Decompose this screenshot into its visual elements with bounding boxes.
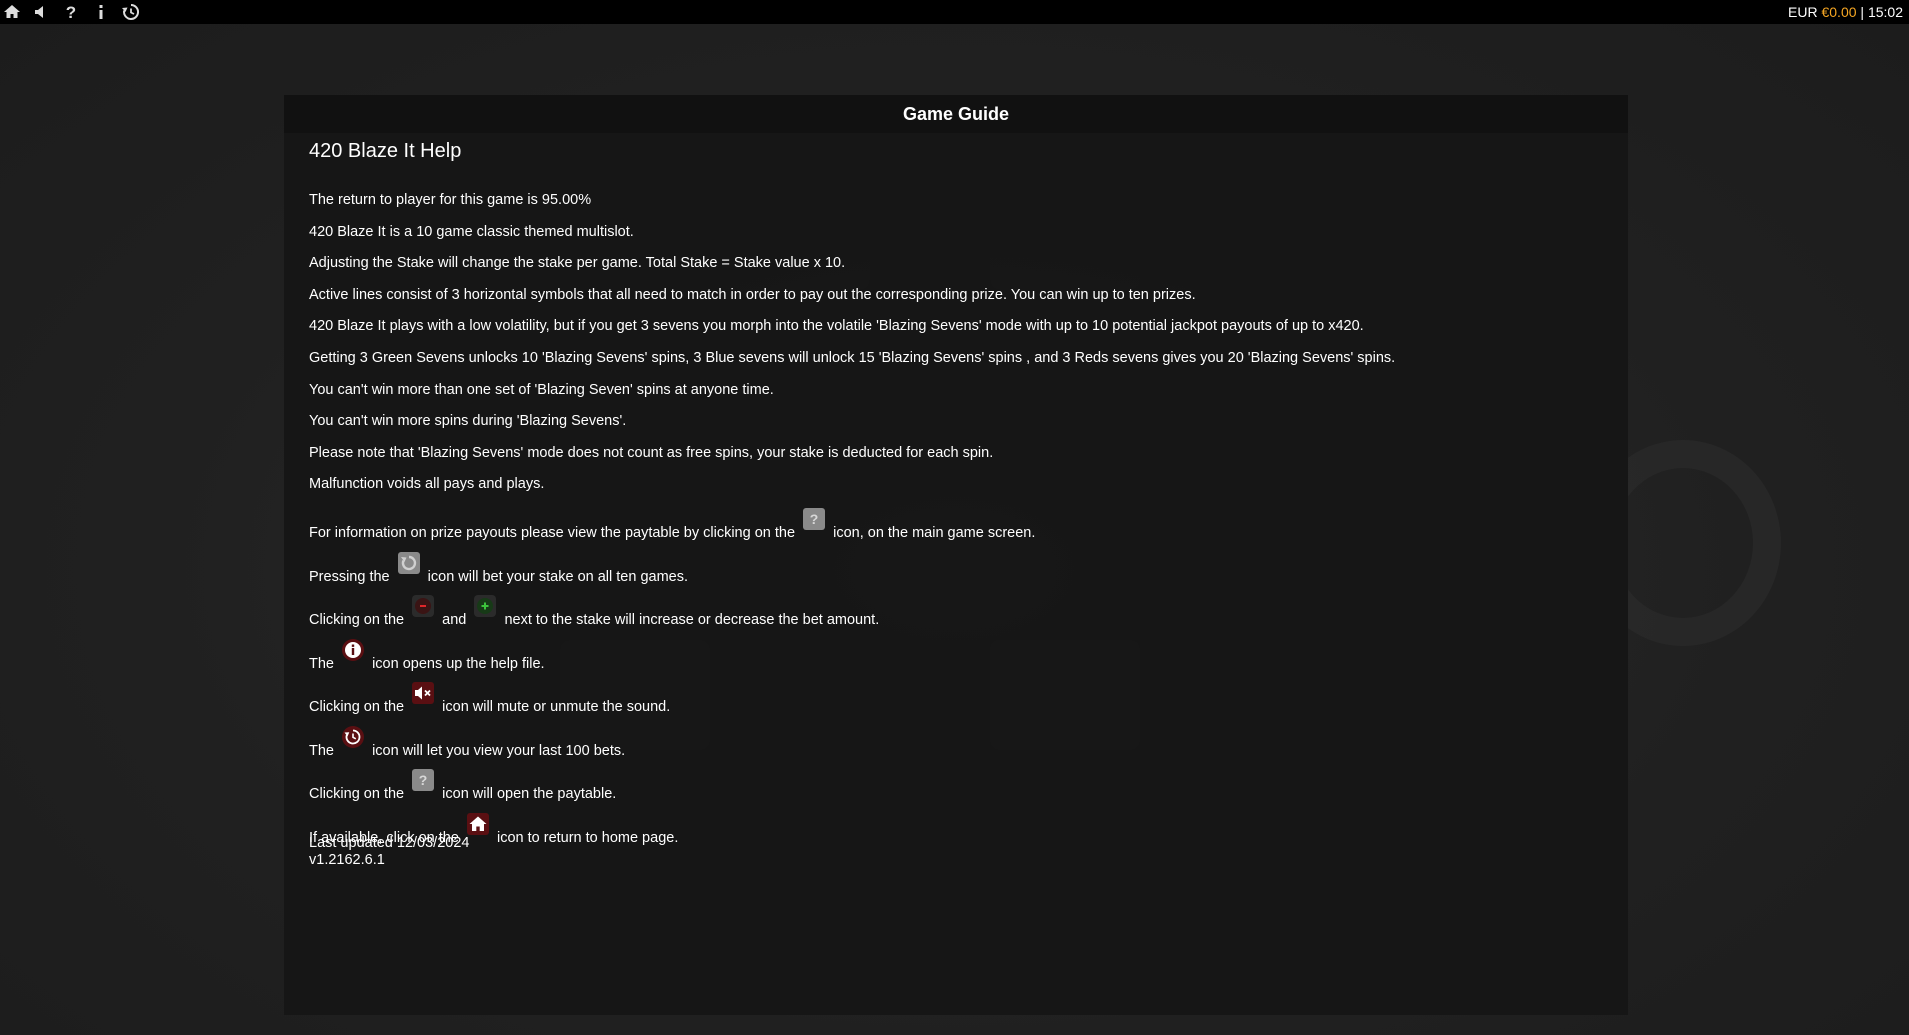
help-icon-line-mute: Clicking on the icon will mute or unmute… (309, 667, 1609, 715)
balance-value: €0.00 (1821, 4, 1857, 20)
minus-icon (411, 594, 435, 618)
help-icon-line-history: The icon will let you view your last 100… (309, 711, 1609, 759)
help-content: 420 Blaze It Help The return to player f… (309, 137, 1609, 869)
help-paragraph: 420 Blaze It is a 10 game classic themed… (309, 223, 634, 240)
help-paragraph: You can't win more spins during 'Blazing… (309, 413, 627, 430)
clock: 15:02 (1867, 4, 1903, 20)
spin-icon (397, 551, 421, 575)
home-icon (466, 812, 490, 836)
balance-status: EUR €0.00 | 15:02 (1788, 3, 1903, 21)
help-paragraph: Active lines consist of 3 horizontal sym… (309, 286, 1196, 303)
help-icon-line-paytable: For information on prize payouts please … (309, 493, 1609, 541)
history-icon[interactable] (121, 2, 141, 22)
home-icon[interactable] (2, 2, 22, 22)
svg-text:?: ? (66, 3, 76, 22)
history-icon (341, 725, 365, 749)
help-title: 420 Blaze It Help (309, 140, 462, 162)
status-separator: | (1860, 4, 1865, 20)
speaker-icon[interactable] (31, 2, 51, 22)
help-paragraph: The return to player for this game is 95… (309, 192, 592, 208)
svg-text:?: ? (419, 772, 428, 788)
top-bar: ? EUR €0.00 | 15:02 (0, 0, 1909, 24)
help-paragraph: Please note that 'Blazing Sevens' mode d… (309, 444, 994, 461)
currency-label: EUR (1788, 4, 1818, 20)
help-line-text: icon to return to home page. (496, 829, 679, 846)
game-background: ? EUR €0.00 | 15:02 Game Guide 420 Blaze… (0, 0, 1909, 1035)
help-paragraph: Getting 3 Green Sevens unlocks 10 'Blazi… (309, 349, 1396, 366)
help-paragraph: Malfunction voids all pays and plays. (309, 476, 545, 493)
help-paragraph: You can't win more than one set of 'Blaz… (309, 381, 774, 398)
help-paragraph: Adjusting the Stake will change the stak… (309, 255, 846, 272)
mute-icon (411, 681, 435, 705)
paytable-icon: ? (411, 768, 435, 792)
help-icon-line-home: If available, click on the icon to retur… (309, 798, 1609, 846)
help-icon[interactable]: ? (61, 2, 81, 22)
help-line-text: If available, click on the (309, 829, 459, 846)
help-icon-line-spin: Pressing the icon will bet your stake on… (309, 537, 1609, 585)
help-icon-line-stake: Clicking on the and next to the stake wi… (309, 580, 1609, 628)
help-icon-line-paytable-open: Clicking on the ? icon will open the pay… (309, 754, 1609, 802)
help-paragraph: 420 Blaze It plays with a low volatility… (309, 318, 1364, 335)
help-icon-line-info: The icon opens up the help file. (309, 624, 1609, 672)
panel-header: Game Guide (284, 95, 1628, 133)
info-icon (341, 638, 365, 662)
svg-text:?: ? (810, 511, 819, 527)
paytable-icon: ? (802, 507, 826, 531)
game-guide-panel[interactable]: Game Guide 420 Blaze It Help The return … (284, 95, 1628, 1015)
version-label: v1.2162.6.1 (309, 852, 385, 869)
plus-icon (473, 594, 497, 618)
info-icon[interactable] (91, 2, 111, 22)
